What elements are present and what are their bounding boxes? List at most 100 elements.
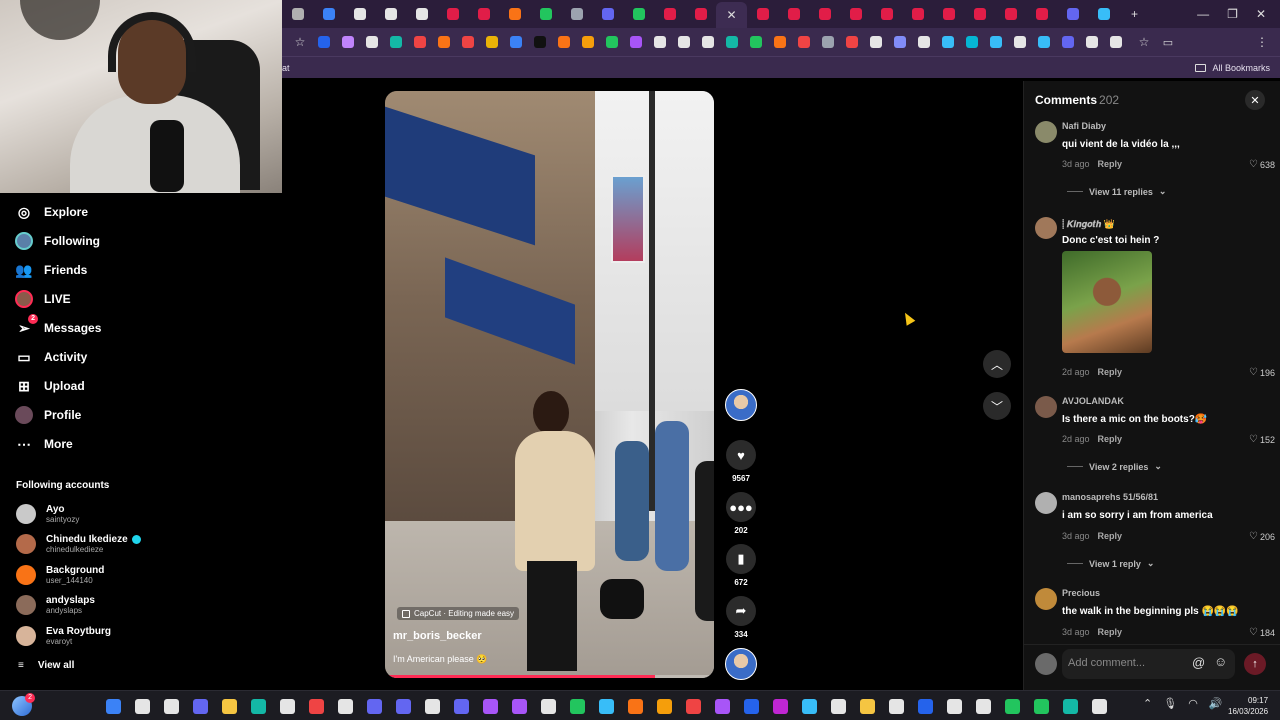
taskbar-app-icon[interactable] [798,695,820,717]
taskbar-app-icon[interactable] [711,695,733,717]
minimize-icon[interactable]: — [1197,7,1209,21]
extension-icon[interactable] [1106,32,1126,52]
comment-like[interactable]: ♡ 206 [1249,531,1275,542]
video-progress-bar[interactable] [385,675,714,678]
browser-tab[interactable] [437,3,468,25]
taskbar-app-icon[interactable] [595,695,617,717]
taskbar-app-icon[interactable] [1001,695,1023,717]
bookmark-fragment[interactable]: at [282,63,290,73]
reply-button[interactable]: Reply [1098,531,1123,541]
account-item[interactable]: Background user_144140 [16,565,104,585]
browser-tab[interactable] [1026,3,1057,25]
extension-icon[interactable] [986,32,1006,52]
star-icon[interactable]: ☆ [1134,32,1154,52]
extension-icon[interactable] [434,32,454,52]
previous-video-button[interactable]: ︿ [983,350,1011,378]
account-item[interactable]: andyslaps andyslaps [16,595,95,615]
close-comments-button[interactable]: ✕ [1245,90,1265,110]
extension-icon[interactable] [554,32,574,52]
nav-item-profile[interactable]: Profile [14,405,81,425]
bookmark-icon[interactable]: ▮ [726,544,756,574]
send-button[interactable]: ↑ [1244,653,1266,675]
taskbar-app-icon[interactable] [566,695,588,717]
close-window-icon[interactable]: ✕ [1256,7,1266,21]
clock[interactable]: 09:17 16/03/2026 [1228,695,1268,717]
wifi-icon[interactable]: ◠ [1188,697,1198,710]
browser-tab[interactable] [468,3,499,25]
browser-tab[interactable] [1057,3,1088,25]
taskbar-app-icon[interactable] [218,695,240,717]
volume-icon[interactable]: 🔊 [1209,697,1223,710]
view-all-button[interactable]: ≡ View all [18,660,74,671]
comment-like[interactable]: ♡ 196 [1249,367,1275,378]
nav-item-upload[interactable]: ⊞ Upload [14,376,85,396]
close-tab-icon[interactable]: ✕ [726,8,736,22]
view-replies-button[interactable]: View 2 replies ⌄ [1067,461,1162,472]
next-video-button[interactable]: ﹀ [983,392,1011,420]
browser-tab[interactable] [747,3,778,25]
taskbar-app-icon[interactable] [276,695,298,717]
taskbar-app-icon[interactable] [1059,695,1081,717]
taskbar-app-icon[interactable] [1088,695,1110,717]
extension-icon[interactable] [338,32,358,52]
browser-tab[interactable] [840,3,871,25]
extension-icon[interactable] [1010,32,1030,52]
browser-tab[interactable] [778,3,809,25]
extension-icon[interactable] [722,32,742,52]
creator-avatar[interactable] [725,389,757,421]
browser-tab[interactable] [1088,3,1119,25]
taskbar-app-icon[interactable] [885,695,907,717]
reply-button[interactable]: Reply [1098,434,1123,444]
share-icon[interactable]: ➦ [726,596,756,626]
avatar[interactable] [1035,217,1057,239]
taskbar-app-icon[interactable] [334,695,356,717]
browser-tab[interactable] [623,3,654,25]
extension-icon[interactable] [386,32,406,52]
reply-button[interactable]: Reply [1098,627,1123,637]
taskbar-app-icon[interactable] [363,695,385,717]
emoji-icon[interactable]: ☺ [1214,654,1227,669]
extension-icon[interactable] [626,32,646,52]
nav-item-messages[interactable]: ➢ 2 Messages [14,314,101,338]
extension-icon[interactable] [314,32,334,52]
nav-item-activity[interactable]: ▭ Activity [14,347,87,367]
taskbar-app-icon[interactable] [914,695,936,717]
comment-like[interactable]: ♡ 184 [1249,627,1275,638]
comment-image[interactable] [1062,251,1152,353]
taskbar-app-icon[interactable] [189,695,211,717]
extension-icon[interactable] [650,32,670,52]
weather-widget[interactable]: 2 [12,693,35,716]
add-comment-input[interactable]: Add comment... [1062,649,1235,679]
account-item[interactable]: Chinedu Ikedieze chinedulkedieze [16,534,141,554]
bookmark-star-icon[interactable]: ☆ [290,32,310,52]
extension-icon[interactable] [1034,32,1054,52]
all-bookmarks-button[interactable]: All Bookmarks [1195,63,1270,73]
extension-icon[interactable] [530,32,550,52]
like-action[interactable]: ♥ 9567 [726,440,756,483]
extension-icon[interactable] [482,32,502,52]
active-tab[interactable]: ✕ [716,2,747,28]
extension-icon[interactable] [962,32,982,52]
taskbar-app-icon[interactable] [305,695,327,717]
browser-tab[interactable] [282,3,313,25]
browser-tab[interactable] [499,3,530,25]
chevron-up-icon[interactable]: ⌃ [1143,697,1152,710]
extension-icon[interactable] [794,32,814,52]
nav-item-more[interactable]: ⋯ More [14,434,73,454]
microphone-icon[interactable]: 🎙 [1163,697,1177,710]
avatar[interactable] [1035,588,1057,610]
browser-tab[interactable] [375,3,406,25]
extension-icon[interactable] [1058,32,1078,52]
taskbar-app-icon[interactable] [856,695,878,717]
taskbar-app-icon[interactable] [624,695,646,717]
extension-icon[interactable] [866,32,886,52]
extension-icon[interactable] [410,32,430,52]
extension-icon[interactable] [458,32,478,52]
sidebar-icon[interactable]: ▭ [1158,32,1178,52]
extension-icon[interactable] [506,32,526,52]
extension-icon[interactable] [674,32,694,52]
taskbar-app-icon[interactable] [160,695,182,717]
extension-icon[interactable] [842,32,862,52]
browser-tab[interactable] [313,3,344,25]
account-item[interactable]: Eva Roytburg evaroyt [16,626,111,646]
